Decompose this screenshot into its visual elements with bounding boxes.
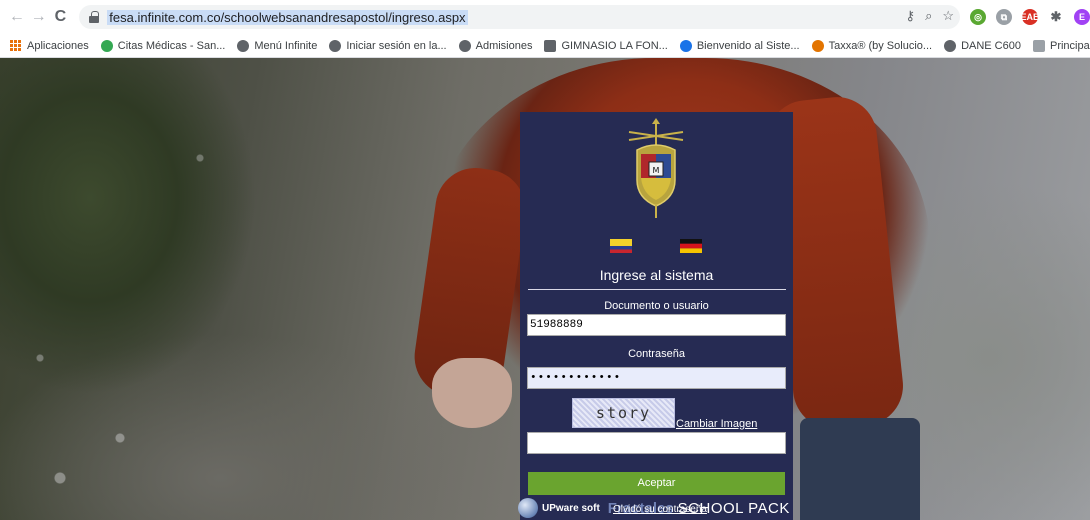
bookmark-label: Aplicaciones [27, 39, 89, 52]
child-hand [432, 358, 512, 428]
captcha-image: story [572, 398, 675, 428]
bookmark-label: Bienvenido al Siste... [696, 39, 800, 52]
bookmark-item[interactable]: GIMNASIO LA FON... [544, 39, 668, 52]
forgot-password-link[interactable]: Olvidó su contraseña [613, 504, 707, 515]
submit-button[interactable]: Aceptar [528, 472, 785, 495]
monitor-icon [544, 39, 557, 52]
child-jeans [800, 418, 920, 520]
password-label: Contraseña [628, 348, 685, 360]
bookmark-item[interactable]: Aplicaciones [10, 39, 89, 52]
germany-flag-icon[interactable] [680, 239, 702, 253]
bookmark-item[interactable]: Taxxa® (by Solucio... [811, 39, 933, 52]
login-panel: M Ingrese al sistema Documento o usuario… [520, 112, 793, 520]
globe-logo-icon [518, 498, 538, 518]
browser-toolbar: ← → C fesa.infinite.com.co/schoolwebsana… [0, 0, 1090, 34]
user-input[interactable]: 51988889 [527, 314, 786, 336]
bookmark-item[interactable]: Iniciar sesión en la... [329, 39, 447, 52]
colombia-flag-icon[interactable] [610, 239, 632, 253]
url-text[interactable]: fesa.infinite.com.co/schoolwebsanandresa… [107, 9, 468, 25]
bookmark-label: Admisiones [475, 39, 533, 52]
star-icon[interactable]: ☆ [942, 8, 954, 24]
page-icon [1032, 39, 1045, 52]
captcha-input[interactable] [527, 432, 786, 454]
globe-icon [944, 39, 957, 52]
globe-icon [458, 39, 471, 52]
upware-logo: UPware soft [542, 502, 600, 514]
forward-icon[interactable]: → [28, 6, 50, 28]
password-input[interactable]: •••••••••••• [527, 367, 786, 389]
medical-icon [100, 39, 113, 52]
bookmark-label: Menú Infinite [254, 39, 318, 52]
bookmark-label: GIMNASIO LA FON... [561, 39, 668, 52]
bookmark-label: Principal [1049, 39, 1090, 52]
back-icon[interactable]: ← [6, 6, 28, 28]
globe-icon [329, 39, 342, 52]
bookmark-label: Citas Médicas - San... [117, 39, 226, 52]
check-icon [679, 39, 692, 52]
key-icon[interactable]: ⚷ [906, 8, 916, 24]
bookmark-item[interactable]: Bienvenido al Siste... [679, 39, 800, 52]
bookmark-label: Iniciar sesión en la... [346, 39, 447, 52]
taxxa-icon [811, 39, 824, 52]
login-title: Ingrese al sistema [599, 267, 714, 283]
bookmark-item[interactable]: Menú Infinite [237, 39, 318, 52]
user-label: Documento o usuario [604, 300, 709, 312]
bookmark-item[interactable]: DANE C600 [944, 39, 1021, 52]
bookmark-item[interactable]: Admisiones [458, 39, 533, 52]
apps-icon [10, 39, 22, 52]
title-divider [528, 289, 786, 290]
address-bar[interactable]: fesa.infinite.com.co/schoolwebsanandresa… [79, 5, 960, 29]
school-crest-logo: M [628, 118, 684, 218]
bookmark-label: Taxxa® (by Solucio... [828, 39, 933, 52]
reload-icon[interactable]: C [50, 6, 72, 28]
red-extension-icon[interactable]: EAB [1021, 9, 1040, 25]
screenshot-extension-icon[interactable]: ⧉ [996, 9, 1012, 25]
bookmark-item[interactable]: Citas Médicas - San... [100, 39, 226, 52]
change-captcha-link[interactable]: Cambiar Imagen [676, 418, 757, 430]
svg-text:M: M [653, 166, 660, 175]
profile-avatar[interactable]: E [1074, 9, 1090, 25]
globe-icon [237, 39, 250, 52]
extensions-area: ◎ ⧉ EAB ✱ E [970, 9, 1090, 25]
zoom-icon[interactable]: ⌕ [925, 8, 932, 24]
bookmark-label: DANE C600 [961, 39, 1021, 52]
bookmark-item[interactable]: Principal [1032, 39, 1090, 52]
compass-extension-icon[interactable]: ◎ [970, 9, 986, 25]
bookmarks-bar: Aplicaciones Citas Médicas - San... Menú I… [0, 34, 1090, 58]
puzzle-extensions-icon[interactable]: ✱ [1048, 9, 1064, 25]
lock-icon[interactable] [89, 11, 100, 23]
